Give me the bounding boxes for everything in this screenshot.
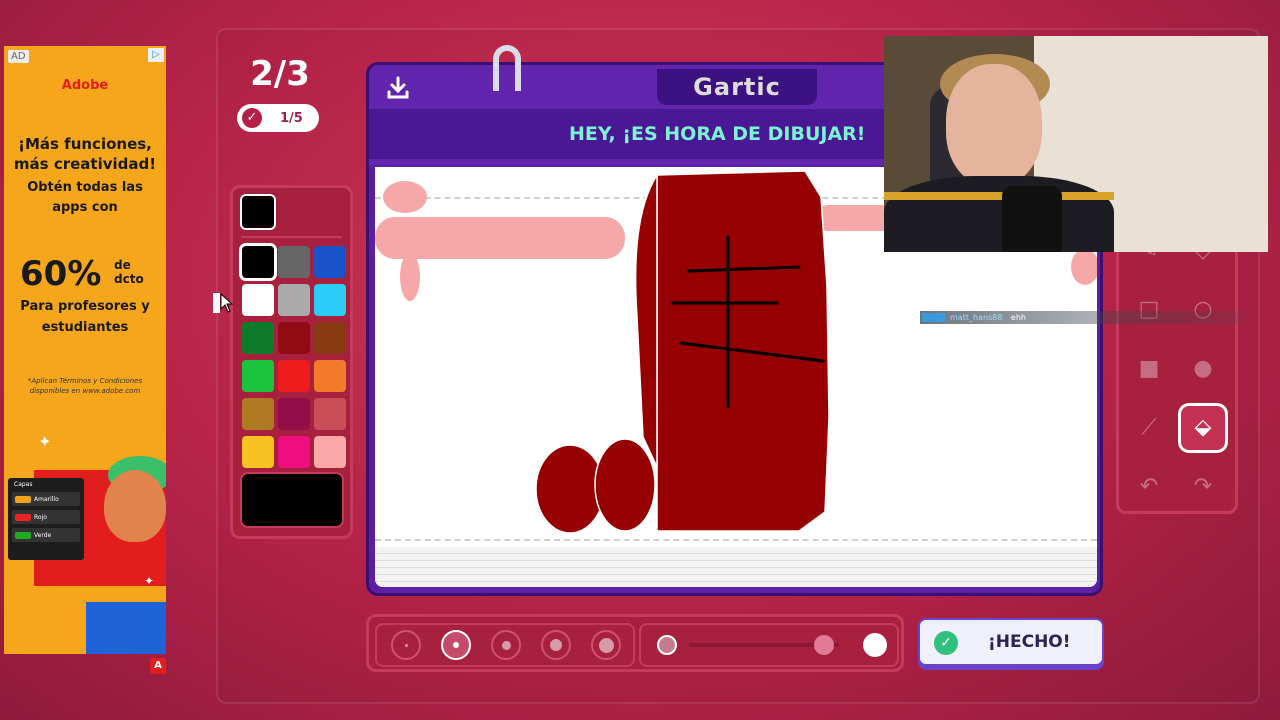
brush-size-group: [375, 623, 635, 667]
redo-icon[interactable]: ↷: [1181, 465, 1225, 509]
color-swatch[interactable]: [242, 398, 274, 430]
ad-fineprint: *Aplican Términos y Condiciones disponib…: [27, 377, 143, 395]
line-icon[interactable]: ⟋: [1127, 406, 1171, 450]
brush-size-option[interactable]: [441, 630, 471, 660]
advertisement[interactable]: AD ▷ Adobe ¡Más funciones, más creativid…: [4, 46, 166, 654]
ad-subheadline: Obtén todas las apps con: [27, 180, 143, 215]
brush-size-option[interactable]: [391, 630, 421, 660]
color-swatch[interactable]: [314, 322, 346, 354]
palette-divider: [241, 236, 342, 238]
download-icon[interactable]: [385, 75, 411, 107]
gartic-logo: Gartic: [657, 69, 817, 105]
ad-panel-title: Capas: [14, 481, 33, 488]
color-swatch[interactable]: [278, 246, 310, 278]
opacity-slider[interactable]: [639, 623, 899, 667]
ad-audience: Para profesores y estudiantes: [20, 299, 150, 335]
round-counter: 2/3: [250, 54, 310, 94]
done-label: ¡HECHO!: [988, 632, 1071, 652]
custom-color-picker[interactable]: [242, 474, 342, 526]
ad-panel-row: Rojo: [12, 510, 80, 524]
chat-message: matt_hans88 ehh: [920, 311, 1244, 324]
bucket-fill-icon[interactable]: ⬙: [1181, 406, 1225, 450]
color-swatch[interactable]: [242, 246, 274, 278]
opacity-max-icon: [863, 633, 887, 657]
brush-size-option[interactable]: [591, 630, 621, 660]
done-button[interactable]: ✓ ¡HECHO!: [918, 618, 1104, 666]
opacity-handle[interactable]: [814, 635, 834, 655]
ad-illustration-face: [104, 470, 166, 542]
ad-layers-panel: Capas Amarillo Rojo Verde: [8, 478, 84, 560]
progress-pill: ✓ 1/5: [237, 104, 319, 132]
binder-ring: [493, 45, 521, 91]
color-swatch[interactable]: [314, 398, 346, 430]
color-swatch[interactable]: [242, 322, 274, 354]
undo-icon[interactable]: ↶: [1127, 465, 1171, 509]
adchoices-icon[interactable]: ▷: [148, 48, 164, 62]
webcam-body: [884, 176, 1114, 252]
mouse-cursor-icon: [213, 293, 234, 313]
color-swatch[interactable]: [314, 360, 346, 392]
ad-discount: 60%: [20, 254, 102, 294]
check-icon: ✓: [934, 631, 958, 655]
brush-controls: [366, 614, 904, 672]
color-swatch[interactable]: [314, 246, 346, 278]
color-swatch[interactable]: [278, 436, 310, 468]
chat-text: ehh: [1010, 313, 1026, 322]
color-swatch[interactable]: [314, 436, 346, 468]
color-swatch[interactable]: [278, 284, 310, 316]
ad-discount-suffix: de dcto: [114, 258, 144, 286]
webcam-overlay: [884, 36, 1268, 252]
color-swatch[interactable]: [314, 284, 346, 316]
circle-outline-icon[interactable]: ○: [1181, 288, 1225, 332]
prompt-text: HEY, ¡ES HORA DE DIBUJAR!: [569, 123, 866, 145]
rectangle-outline-icon[interactable]: □: [1127, 288, 1171, 332]
current-color: [242, 196, 274, 228]
check-icon: ✓: [242, 108, 262, 128]
webcam-face: [946, 64, 1042, 186]
circle-filled-icon[interactable]: ●: [1181, 347, 1225, 391]
color-palette: [230, 185, 353, 539]
color-swatch[interactable]: [242, 360, 274, 392]
ad-badge[interactable]: A: [150, 658, 166, 674]
brush-size-option[interactable]: [541, 630, 571, 660]
color-swatch[interactable]: [278, 398, 310, 430]
progress-count: 1/5: [280, 110, 303, 126]
chat-badge-icon: [922, 313, 946, 322]
ad-illustration-block: [86, 602, 166, 654]
sparkle-icon: ✦: [144, 574, 155, 588]
color-swatch[interactable]: [278, 322, 310, 354]
ad-brand: Adobe: [61, 78, 109, 93]
opacity-min-icon: [657, 635, 677, 655]
ad-tag: AD: [8, 50, 29, 63]
brush-size-option[interactable]: [491, 630, 521, 660]
sparkle-icon: ✦: [38, 432, 52, 451]
webcam-jacket-stripe: [884, 192, 1114, 200]
tool-panel: ✎◇□○■●⟋⬙↶↷: [1116, 230, 1238, 514]
webcam-microphone: [1002, 186, 1062, 252]
ad-panel-row: Verde: [12, 528, 80, 542]
chat-username: matt_hans88: [950, 313, 1003, 322]
rectangle-filled-icon[interactable]: ■: [1127, 347, 1171, 391]
ad-panel-row: Amarillo: [12, 492, 80, 506]
color-swatch[interactable]: [242, 436, 274, 468]
color-swatch[interactable]: [242, 284, 274, 316]
color-swatch[interactable]: [278, 360, 310, 392]
ad-headline: ¡Más funciones, más creatividad!: [13, 135, 157, 173]
